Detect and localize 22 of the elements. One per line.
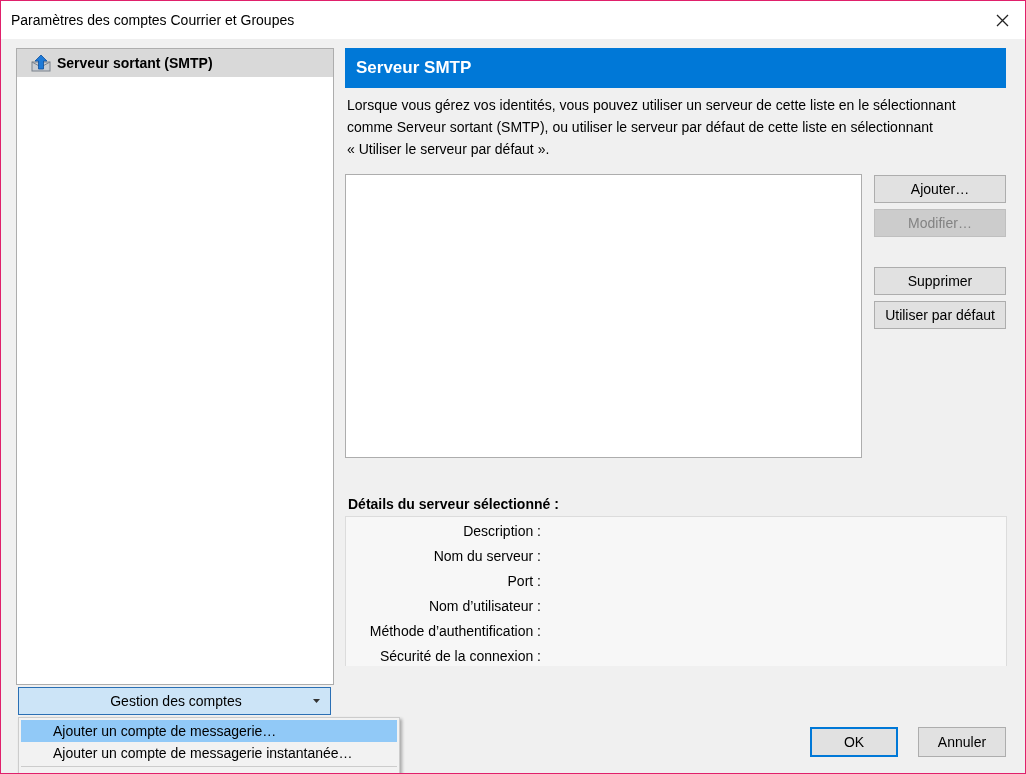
menu-item[interactable]: Ajouter un compte de messagerie… [21, 720, 397, 742]
close-icon[interactable] [996, 13, 1009, 27]
field-label: Sécurité de la connexion : [378, 647, 541, 666]
upload-arrow-icon [31, 54, 51, 72]
field-label: Nom d’utilisateur : [427, 597, 541, 616]
dialog-button[interactable]: OK [810, 727, 898, 757]
action-button[interactable]: Supprimer [874, 267, 1006, 295]
description-text: Lorsque vous gérez vos identités, vous pouvez utiliser un serveur de cette liste en le sélectionnant comme Serveur sortant (SMTP), ou utiliser le serveur par défaut de cette liste en sélectionnant « Utiliser le serveur par défaut ». [347, 96, 957, 159]
caret-icon [313, 699, 320, 703]
field-label: Méthode d’authentification : [368, 622, 541, 641]
field-label: Port : [506, 572, 541, 591]
panel-header: Serveur SMTP [345, 48, 1006, 88]
dialog-button[interactable]: Annuler [918, 727, 1006, 757]
action-button[interactable]: Ajouter… [874, 175, 1006, 203]
menu-item[interactable]: Ajouter un compte de messagerie instantanée… [21, 742, 397, 764]
window-title: Paramètres des comptes Courrier et Groupes [11, 12, 296, 28]
details-title: Détails du serveur sélectionné : [348, 496, 560, 512]
field-label: Description : [462, 522, 541, 541]
tree-item[interactable]: Serveur sortant (SMTP) [17, 49, 333, 77]
action-button[interactable]: Utiliser par défaut [874, 301, 1006, 329]
field-label: Nom du serveur : [432, 547, 541, 566]
account-actions-button[interactable]: Gestion des comptes [18, 687, 331, 715]
